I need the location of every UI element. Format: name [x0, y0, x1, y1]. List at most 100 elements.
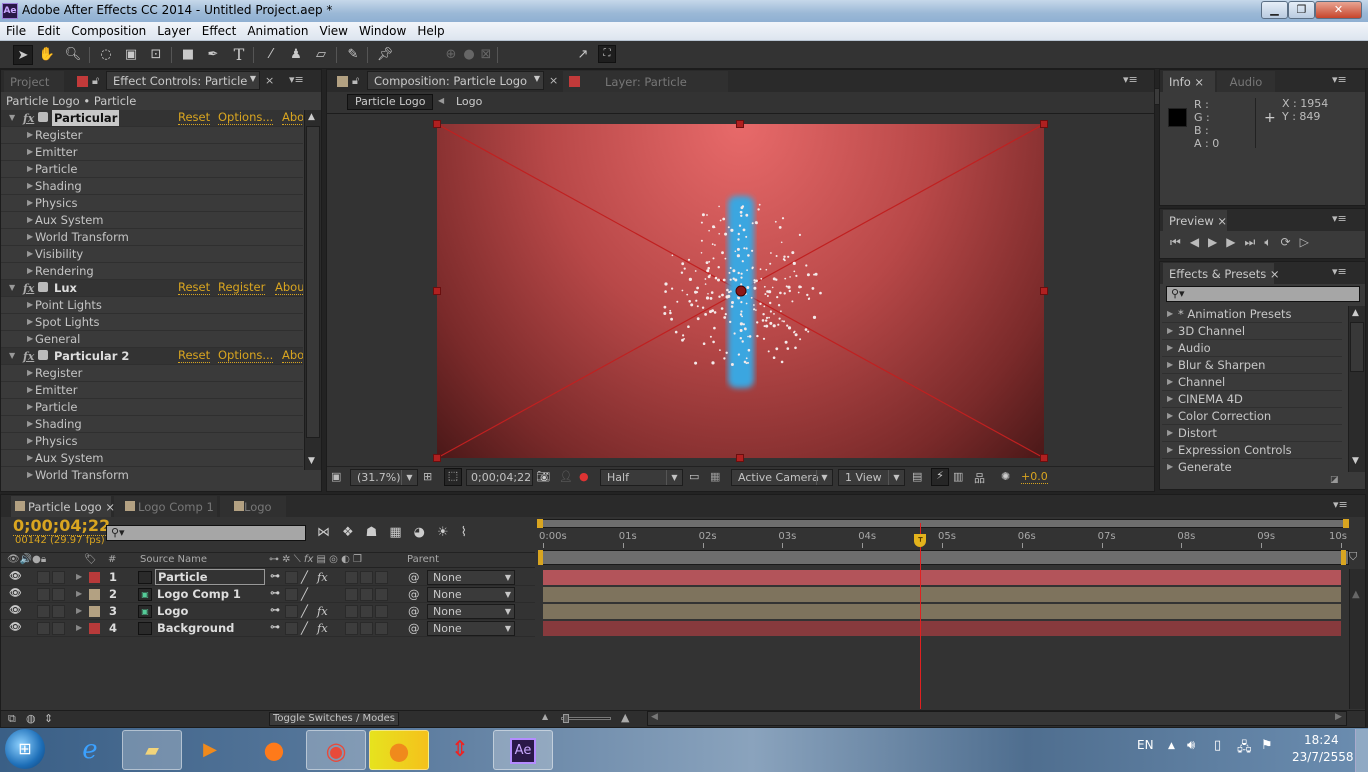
tab-particle-logo[interactable]: Particle Logo × — [11, 496, 115, 517]
expand-triangle-icon[interactable]: ▶ — [27, 161, 33, 177]
expand-triangle-icon[interactable]: ▶ — [27, 178, 33, 194]
expand-triangle-icon[interactable]: ▶ — [27, 467, 33, 482]
expand-triangle-icon[interactable]: ▶ — [1167, 408, 1173, 424]
property-group[interactable]: ▶ Aux System — [1, 450, 303, 467]
pen-tool-icon[interactable]: ✒ — [203, 45, 223, 65]
expand-triangle-icon[interactable]: ▶ — [1167, 340, 1173, 356]
effects-category[interactable]: ▶ Generate — [1162, 459, 1342, 474]
menu-file[interactable]: File — [0, 22, 31, 38]
scrollbar-thumb[interactable] — [306, 126, 320, 438]
camera-view-select[interactable]: Active Camera ▼ — [731, 469, 833, 486]
local-axis-icon[interactable]: ⊕ — [441, 45, 461, 65]
camera-tool-icon[interactable]: ▣ — [121, 45, 141, 65]
zoom-slider-thumb[interactable] — [563, 714, 569, 723]
comp-nav-logo[interactable]: Logo — [456, 95, 482, 108]
rotation-tool-icon[interactable]: ◌ — [96, 45, 116, 65]
effects-category[interactable]: ▶ * Animation Presets — [1162, 306, 1342, 323]
pixel-aspect-icon[interactable]: ▤ — [912, 470, 922, 483]
lock-icon[interactable]: 🔓︎ — [92, 74, 99, 88]
last-frame-icon[interactable]: ⏭ — [1245, 235, 1265, 249]
menu-animation[interactable]: Animation — [241, 22, 313, 38]
audio-icon[interactable]: 🔈︎ — [1264, 235, 1280, 249]
work-area-bar[interactable] — [539, 550, 1349, 565]
expand-triangle-icon[interactable]: ▶ — [27, 212, 33, 228]
effect-link-reset[interactable]: Reset — [178, 348, 211, 363]
snapshot-camera-icon[interactable]: 📷︎ — [536, 470, 550, 483]
effect-link-reset[interactable]: Reset — [178, 110, 211, 125]
property-group[interactable]: ▶ Visibility — [1, 246, 303, 263]
transform-handle[interactable] — [433, 120, 441, 128]
view-layout-select[interactable]: 1 View ▼ — [838, 469, 905, 486]
scroll-down-icon[interactable]: ▼ — [308, 456, 315, 466]
media-player-icon[interactable]: ▶ — [180, 730, 240, 770]
panel-menu-icon[interactable]: ▾≡ — [1123, 73, 1138, 86]
magnification-select[interactable]: (31.7%) ▼ — [350, 469, 418, 486]
property-group[interactable]: ▶ Point Lights — [1, 297, 303, 314]
network-icon[interactable]: 🖧︎ — [1237, 738, 1252, 760]
show-hidden-icons[interactable]: ▲ — [1168, 741, 1175, 751]
zoom-in-icon[interactable]: ▲ — [621, 711, 629, 724]
brush-tool-icon[interactable]: ⁄ — [261, 45, 281, 65]
expand-triangle-icon[interactable]: ▶ — [1167, 306, 1173, 322]
new-folder-icon[interactable]: ◪ — [1330, 475, 1339, 485]
close-tab-icon[interactable]: × — [549, 74, 558, 87]
collapse-triangle-icon[interactable]: ▼ — [9, 280, 15, 296]
chrome-icon[interactable]: ◉ — [306, 730, 366, 770]
effects-search-input[interactable]: ⚲▾ — [1166, 286, 1360, 302]
flowchart-icon[interactable]: 品 — [974, 470, 985, 486]
property-group[interactable]: ▶ Register — [1, 127, 303, 144]
layer-duration-bar[interactable] — [543, 570, 1341, 585]
panel-menu-icon[interactable]: ▾≡ — [1332, 265, 1347, 278]
language-indicator[interactable]: EN — [1137, 738, 1154, 752]
composition-mini-flowchart-icon[interactable]: ⋈ — [317, 525, 342, 540]
eraser-tool-icon[interactable]: ▱ — [311, 45, 331, 65]
chevron-down-icon[interactable]: ▼ — [250, 74, 256, 83]
emitter-anchor[interactable] — [735, 285, 747, 297]
zoom-tool-icon[interactable]: 🔍︎ — [63, 45, 83, 65]
tab-effect-controls[interactable]: Effect Controls: Particle ▼ — [106, 71, 260, 90]
menu-view[interactable]: View — [314, 22, 353, 38]
expand-triangle-icon[interactable]: ▶ — [27, 382, 33, 398]
loop-icon[interactable]: ⟳ — [1281, 235, 1300, 249]
first-frame-icon[interactable]: ⏮ — [1170, 235, 1190, 249]
time-ruler[interactable]: 0:00s 01s 02s 03s 04s 05s 06s 07s 08s 09s 10s — [539, 529, 1349, 549]
upload-arrow-icon[interactable]: ⇕ — [430, 730, 490, 770]
transform-handle[interactable] — [433, 454, 441, 462]
start-button[interactable]: ⊞ — [5, 729, 45, 769]
transform-handle[interactable] — [433, 287, 441, 295]
transform-handle[interactable] — [736, 454, 744, 462]
composition-viewer[interactable] — [433, 120, 1048, 462]
exposure-icon[interactable]: ✺ — [1001, 470, 1010, 483]
internet-explorer-icon[interactable]: e — [60, 730, 120, 770]
tab-preview[interactable]: Preview × — [1163, 210, 1227, 231]
fx-toggle-icon[interactable]: fx — [23, 111, 34, 127]
property-group[interactable]: ▶ World Transform — [1, 467, 303, 482]
work-area-end[interactable] — [1341, 550, 1346, 565]
property-group[interactable]: ▶ Shading — [1, 178, 303, 195]
battery-icon[interactable]: ▯ — [1214, 738, 1221, 753]
always-preview-icon[interactable]: ▣ — [331, 470, 341, 483]
menu-effect[interactable]: Effect — [196, 22, 242, 38]
menu-composition[interactable]: Composition — [65, 22, 151, 38]
effect-name[interactable]: Particular 2 — [52, 348, 131, 364]
effects-category[interactable]: ▶ Color Correction — [1162, 408, 1342, 425]
fx-toggle-icon[interactable]: fx — [23, 349, 34, 365]
hand-tool-icon[interactable]: ✋ — [37, 45, 57, 65]
show-snapshot-icon[interactable]: 👤︎ — [559, 470, 573, 483]
shy-layers-icon[interactable]: ☗ — [366, 525, 390, 540]
expand-triangle-icon[interactable]: ▶ — [27, 246, 33, 262]
transparency-grid-icon[interactable]: ▦ — [710, 470, 720, 483]
work-area-start[interactable] — [538, 550, 543, 565]
effect-link-options[interactable]: Options... — [218, 110, 274, 125]
property-group[interactable]: ▶ Shading — [1, 416, 303, 433]
effects-category[interactable]: ▶ Expression Controls — [1162, 442, 1342, 459]
next-frame-icon[interactable]: ▶ — [1226, 235, 1244, 249]
gom-player-icon[interactable]: ● — [369, 730, 429, 770]
comp-nav-particle-logo[interactable]: Particle Logo — [347, 94, 433, 110]
rectangle-tool-icon[interactable]: ■ — [178, 45, 198, 65]
expand-triangle-icon[interactable]: ▶ — [27, 127, 33, 143]
expand-triangle-icon[interactable]: ▶ — [27, 399, 33, 415]
property-group[interactable]: ▶ General — [1, 331, 303, 348]
show-desktop-button[interactable] — [1355, 729, 1368, 772]
close-tab-icon[interactable]: × — [265, 74, 274, 87]
